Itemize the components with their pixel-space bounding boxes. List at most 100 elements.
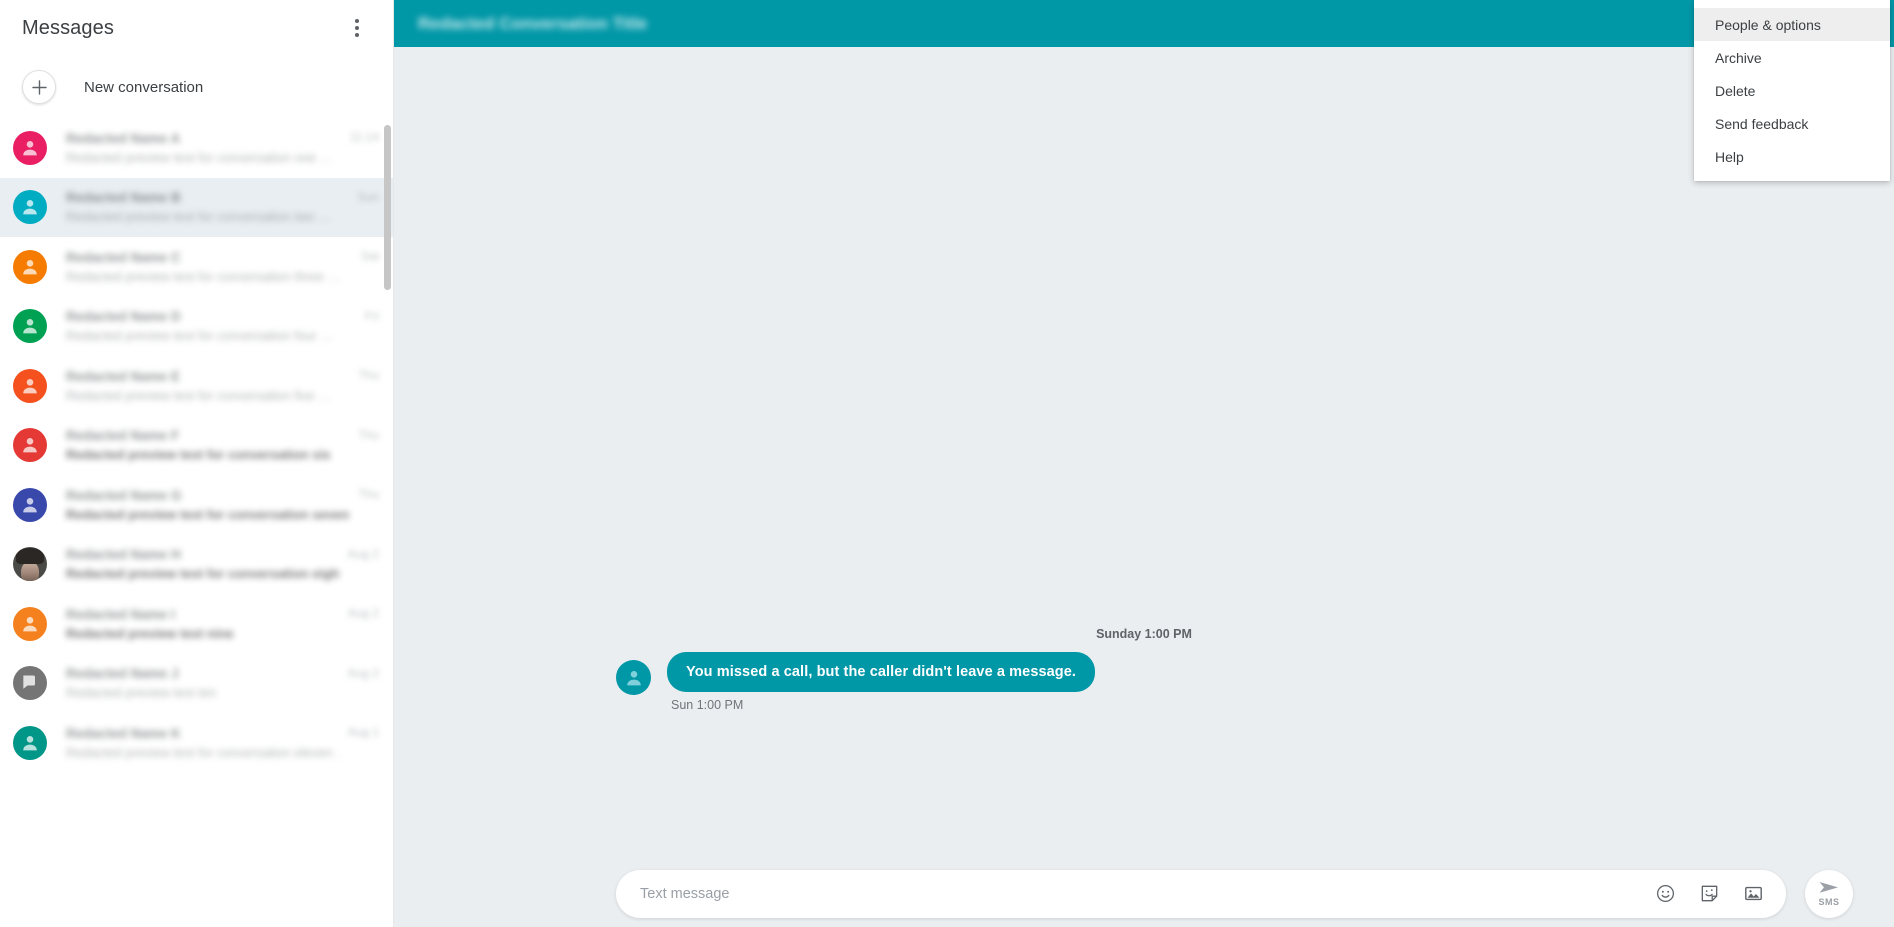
page-title: Messages — [22, 16, 114, 39]
sidebar-header: Messages — [0, 0, 393, 56]
conversation-item-timestamp: Aug 1 — [347, 725, 379, 739]
conversation-item-body: Redacted Name H Redacted preview text for… — [66, 547, 340, 581]
conversation-list-item[interactable]: Redacted Name F Redacted preview text for… — [0, 416, 393, 476]
person-icon — [13, 725, 47, 760]
conversation-item-timestamp: Aug 2 — [347, 606, 379, 620]
overflow-menu[interactable]: People & options Archive Delete Send feedba… — [1694, 0, 1890, 181]
message-timestamp: Sun 1:00 PM — [671, 698, 744, 712]
menu-item-people-options[interactable]: People & options — [1694, 8, 1890, 41]
conversation-item-body: Redacted Name A Redacted preview text for… — [66, 131, 342, 165]
conversation-list-item[interactable]: Redacted Name H Redacted preview text for… — [0, 535, 393, 595]
conversation-pane: Redacted Conversation Title Sunday 1:00 … — [394, 0, 1894, 927]
conversation-item-timestamp: Aug 2 — [347, 665, 379, 680]
conversation-item-name: Redacted Name I — [66, 606, 175, 622]
conversation-item-timestamp: 11:14 — [349, 130, 379, 144]
conversation-title: Redacted Conversation Title — [418, 13, 648, 33]
conversation-item-body: Redacted Name E Redacted preview text for… — [66, 369, 350, 403]
person-icon — [13, 190, 47, 225]
menu-item-archive[interactable]: Archive — [1694, 41, 1890, 74]
image-icon[interactable] — [1738, 879, 1768, 909]
conversation-item-snippet: Redacted preview text for conversation e… — [66, 566, 340, 582]
conversation-item-snippet: Redacted preview text for conversation s… — [66, 506, 351, 522]
conversation-list-item[interactable]: Redacted Name G Redacted preview text for… — [0, 475, 393, 535]
conversation-item-body: Redacted Name F Redacted preview text for… — [66, 428, 350, 462]
conversation-item-timestamp: Fri — [365, 308, 379, 323]
conversation-item-timestamp: Sat — [360, 249, 379, 263]
date-divider: Sunday 1:00 PM — [1096, 627, 1192, 641]
sticker-icon[interactable] — [1694, 879, 1724, 909]
conversation-item-name: Redacted Name D — [66, 309, 181, 325]
compose-icon-group — [1650, 879, 1776, 909]
person-icon — [13, 606, 47, 641]
conversation-list[interactable]: Redacted Name A Redacted preview text for… — [0, 118, 393, 927]
conversation-item-snippet: Redacted preview text for conversation f… — [66, 387, 332, 403]
message-bubble-wrapper: You missed a call, but the caller didn't… — [667, 652, 1096, 712]
message-bubble[interactable]: You missed a call, but the caller didn't… — [667, 652, 1096, 692]
menu-item-delete[interactable]: Delete — [1694, 74, 1890, 107]
person-icon — [13, 249, 47, 284]
conversation-sidebar: Messages New conversation Redacted Name … — [0, 0, 394, 927]
person-icon — [13, 487, 47, 522]
conversation-item-body: Redacted Name D Redacted preview text for… — [66, 309, 357, 343]
send-button[interactable]: SMS — [1805, 869, 1853, 918]
conversation-item-snippet: Redacted preview text for conversation o… — [66, 149, 333, 165]
conversation-item-body: Redacted Name K Redacted preview text for… — [66, 726, 340, 760]
message-row: You missed a call, but the caller didn't… — [616, 652, 1096, 712]
conversation-item-snippet: Redacted preview text for conversation t… — [66, 209, 332, 225]
conversation-item-timestamp: Thu — [358, 368, 379, 382]
kebab-menu-icon[interactable] — [339, 10, 375, 46]
conversation-item-snippet: Redacted preview text ten — [66, 685, 217, 701]
emoji-icon[interactable] — [1650, 879, 1680, 909]
message-thread: Sunday 1:00 PM You missed a call, but th… — [394, 47, 1894, 860]
person-icon — [616, 660, 651, 695]
group-icon — [13, 666, 47, 701]
conversation-item-name: Redacted Name B — [66, 190, 181, 206]
person-icon — [13, 309, 47, 344]
menu-item-help[interactable]: Help — [1694, 140, 1890, 173]
conversation-item-snippet: Redacted preview text for conversation e… — [66, 744, 340, 760]
conversation-item-body: Redacted Name C Redacted preview text for… — [66, 250, 353, 284]
person-icon — [13, 428, 47, 463]
conversation-list-item[interactable]: Redacted Name C Redacted preview text for… — [0, 237, 393, 297]
conversation-header: Redacted Conversation Title — [394, 0, 1894, 47]
conversation-item-body: Redacted Name B Redacted preview text for… — [66, 190, 350, 224]
menu-item-send-feedback[interactable]: Send feedback — [1694, 107, 1890, 140]
conversation-item-name: Redacted Name F — [66, 428, 180, 444]
conversation-item-snippet: Redacted preview text for conversation t… — [66, 268, 341, 284]
conversation-item-timestamp: Thu — [358, 487, 379, 501]
conversation-list-item[interactable]: Redacted Name I Redacted preview text nin… — [0, 594, 393, 654]
send-button-label: SMS — [1818, 897, 1840, 907]
conversation-item-name: Redacted Name C — [66, 249, 181, 265]
send-icon — [1819, 881, 1838, 893]
plus-icon — [22, 70, 56, 104]
new-conversation-button[interactable]: New conversation — [0, 56, 393, 118]
conversation-list-item[interactable]: Redacted Name E Redacted preview text for… — [0, 356, 393, 416]
kebab-dot — [355, 33, 359, 37]
conversation-item-body: Redacted Name I Redacted preview text nin… — [66, 607, 340, 641]
kebab-dot — [355, 19, 359, 23]
conversation-item-snippet: Redacted preview text nine — [66, 625, 234, 641]
conversation-item-body: Redacted Name G Redacted preview text for… — [66, 488, 350, 522]
conversation-item-name: Redacted Name A — [66, 130, 181, 146]
conversation-list-item[interactable]: Redacted Name D Redacted preview text for… — [0, 297, 393, 357]
conversation-item-name: Redacted Name K — [66, 725, 181, 741]
conversation-list-item[interactable]: Redacted Name B Redacted preview text for… — [0, 177, 393, 237]
conversation-item-snippet: Redacted preview text for conversation s… — [66, 447, 331, 463]
conversation-item-timestamp: Thu — [358, 427, 379, 442]
conversation-list-item[interactable]: Redacted Name J Redacted preview text ten… — [0, 654, 393, 714]
conversation-item-timestamp: Aug 2 — [347, 546, 379, 561]
avatar — [13, 547, 47, 582]
conversation-item-name: Redacted Name G — [66, 487, 182, 503]
conversation-list-item[interactable]: Redacted Name K Redacted preview text for… — [0, 713, 393, 773]
conversation-list-item[interactable]: Redacted Name A Redacted preview text for… — [0, 118, 393, 178]
sidebar-scrollbar[interactable] — [384, 125, 391, 290]
messages-app: Messages New conversation Redacted Name … — [0, 0, 1894, 927]
conversation-item-name: Redacted Name H — [66, 547, 181, 563]
conversation-item-body: Redacted Name J Redacted preview text ten — [66, 666, 340, 700]
compose-bar: SMS — [394, 860, 1894, 927]
person-icon — [13, 130, 47, 165]
compose-field[interactable] — [616, 869, 1786, 918]
conversation-item-name: Redacted Name E — [66, 368, 181, 384]
conversation-item-snippet: Redacted preview text for conversation f… — [66, 328, 334, 344]
message-input[interactable] — [640, 885, 1650, 902]
